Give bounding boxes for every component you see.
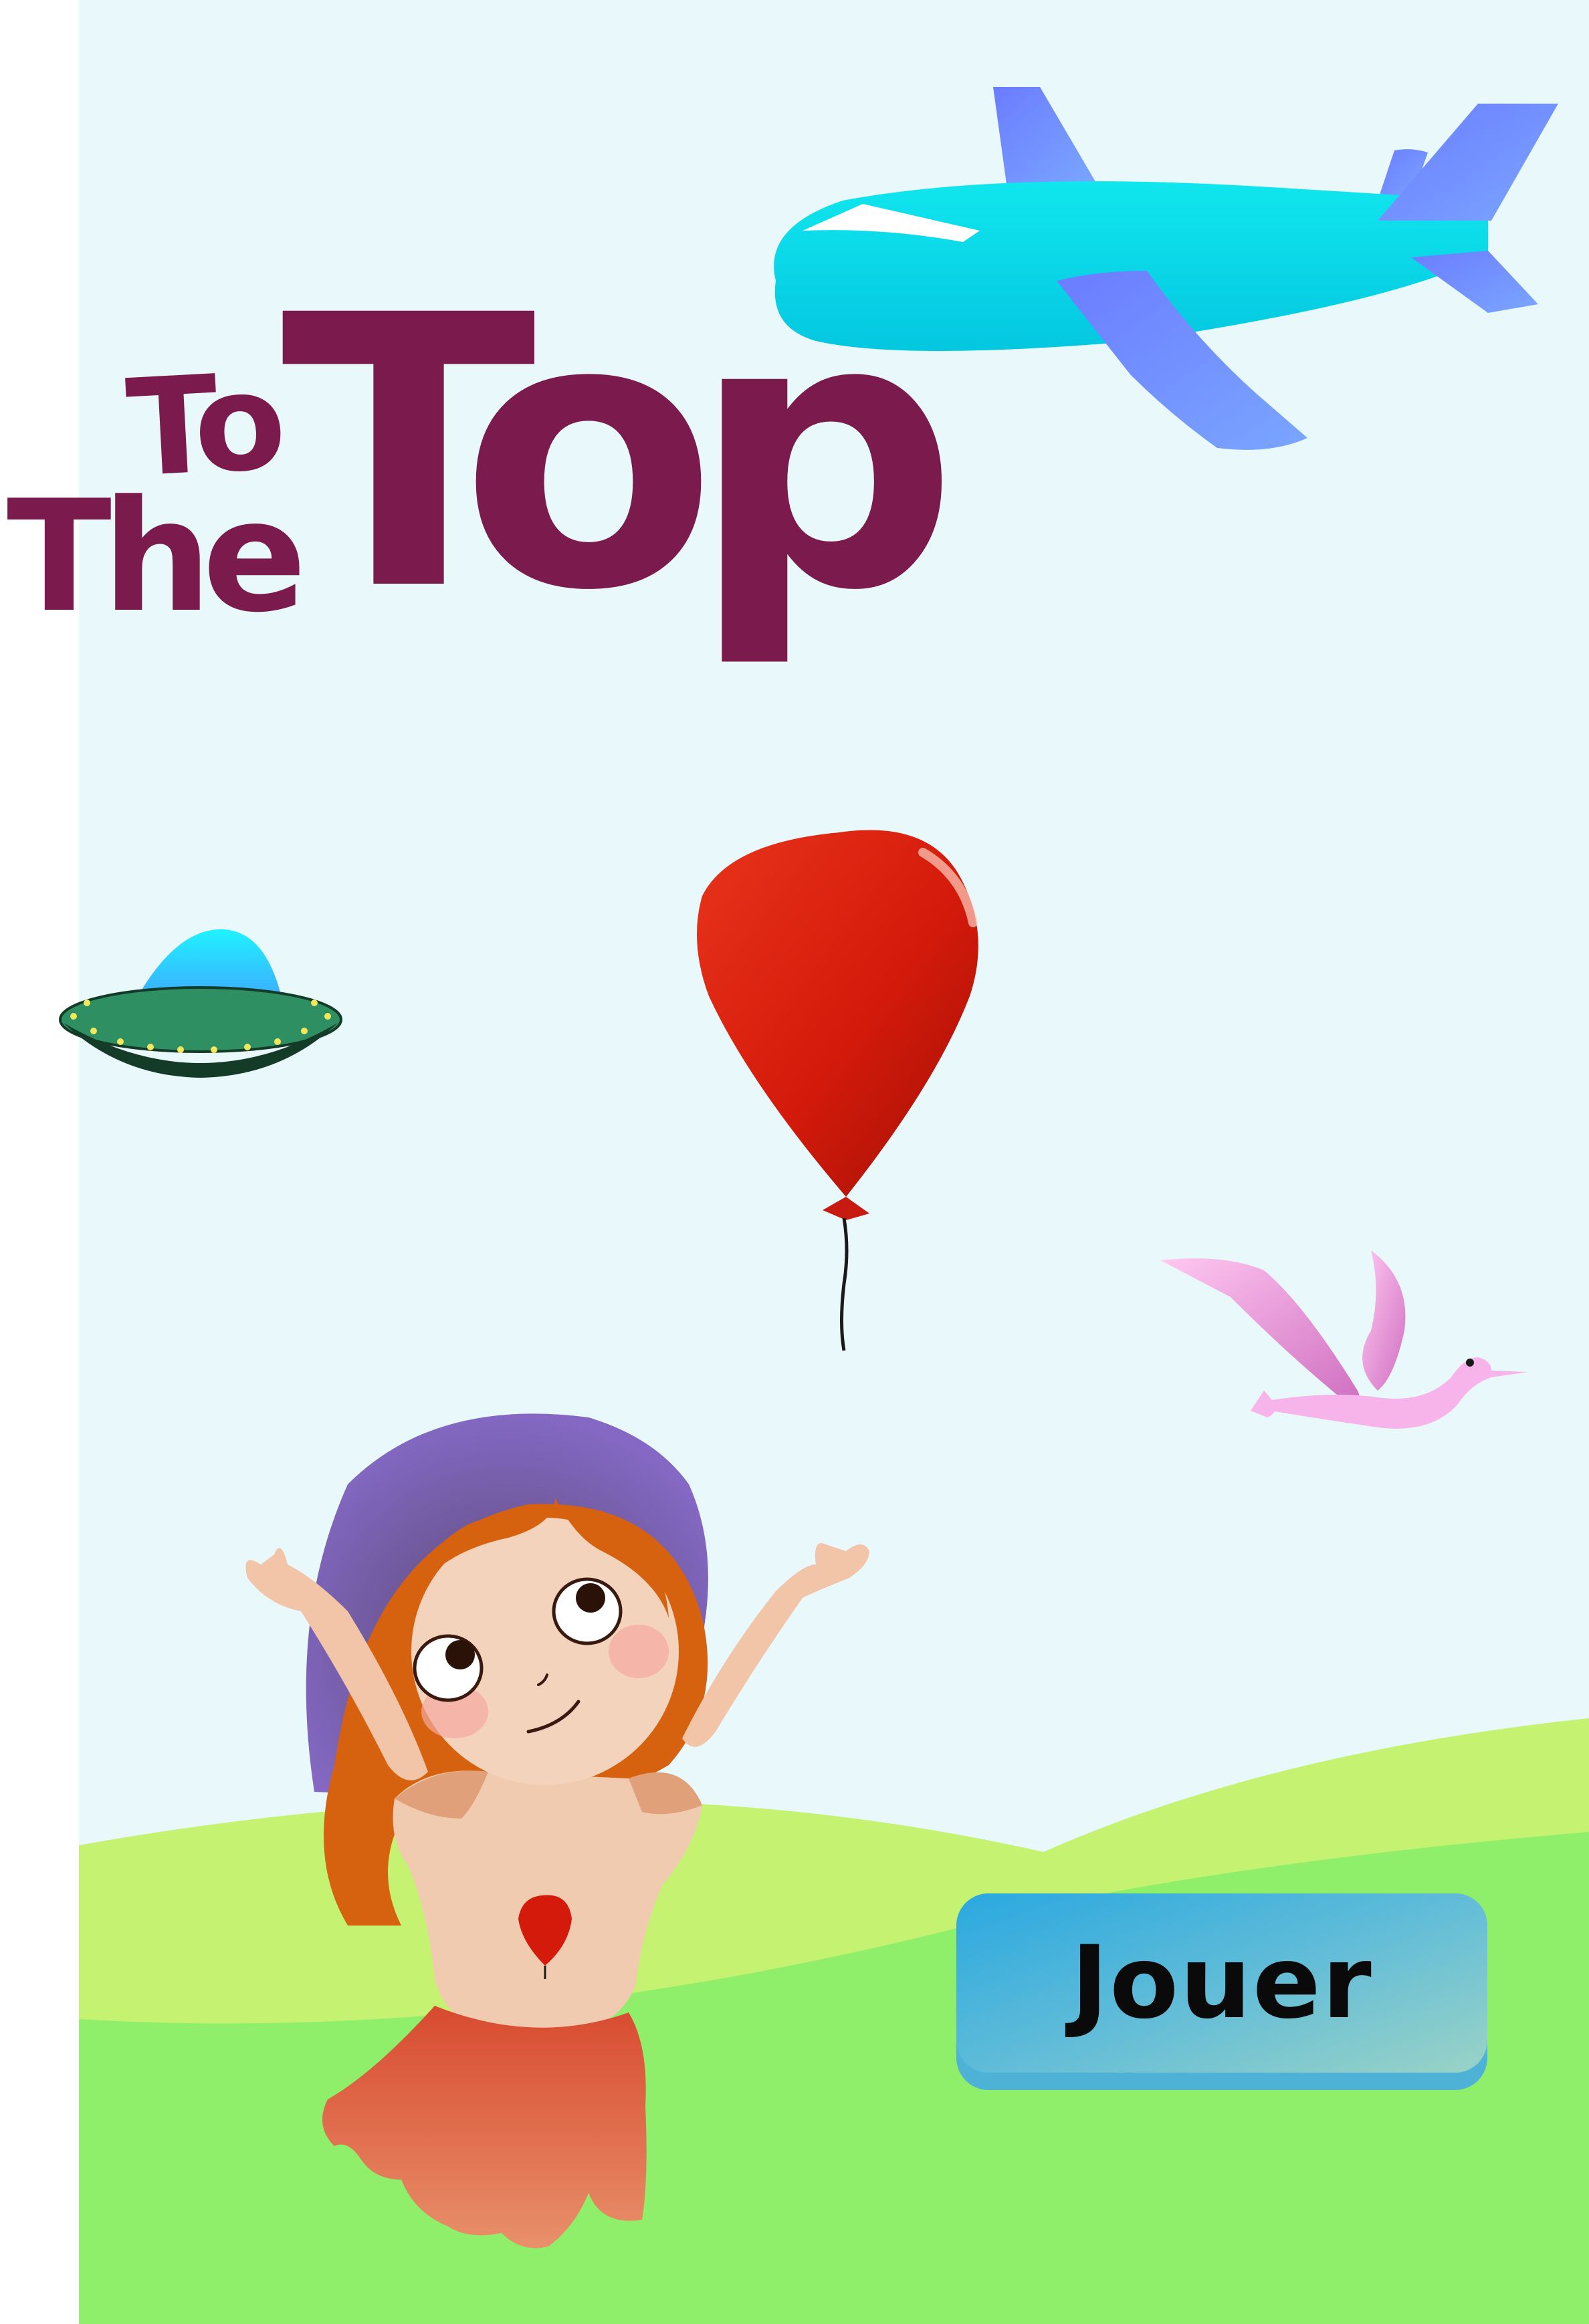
play-button[interactable]: Jouer — [956, 1893, 1487, 2090]
title-word-top: Top — [281, 237, 958, 673]
play-button-face[interactable]: Jouer — [956, 1893, 1487, 2073]
play-button-label: Jouer — [1071, 1925, 1373, 2041]
title-word-the: The — [7, 468, 307, 647]
game-menu-screen: To The Top Jouer — [0, 0, 1589, 2324]
